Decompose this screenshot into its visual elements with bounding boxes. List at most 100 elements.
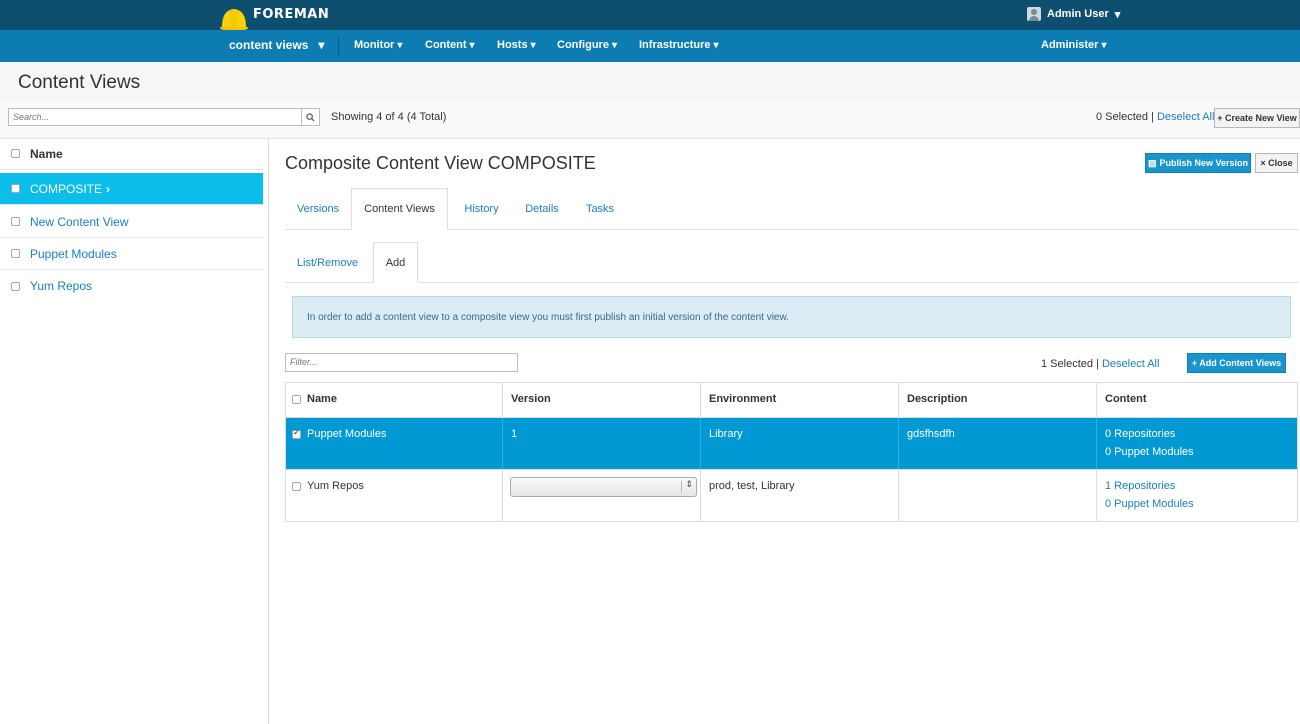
nav-divider bbox=[338, 36, 339, 56]
nav-content[interactable]: Content ▾ bbox=[425, 39, 475, 51]
list-header-label: Name bbox=[30, 146, 63, 161]
chevron-down-icon: ▾ bbox=[397, 40, 403, 51]
tab-history[interactable]: History bbox=[453, 188, 510, 230]
row-checkbox[interactable] bbox=[292, 427, 301, 439]
nav-monitor-label: Monitor bbox=[354, 39, 395, 51]
search-icon bbox=[306, 112, 315, 122]
tab-versions[interactable]: Versions bbox=[285, 188, 351, 230]
page-header: Content Views bbox=[0, 62, 1300, 101]
row-checkbox[interactable] bbox=[292, 481, 301, 491]
chevron-down-icon: ▾ bbox=[469, 40, 475, 51]
nav-infrastructure[interactable]: Infrastructure ▾ bbox=[639, 39, 719, 51]
nav-configure[interactable]: Configure ▾ bbox=[557, 39, 617, 51]
list-item-new-content-view[interactable]: New Content View bbox=[0, 206, 263, 238]
brand-bar: FOREMAN Admin User ▾ bbox=[0, 0, 1300, 32]
nav-configure-label: Configure bbox=[557, 39, 609, 51]
select-all-checkbox[interactable] bbox=[11, 149, 20, 158]
row-content: 0 Repositories 0 Puppet Modules bbox=[1097, 418, 1297, 469]
column-header-version: Version bbox=[503, 383, 701, 417]
tab-tasks[interactable]: Tasks bbox=[574, 188, 626, 230]
list-item-puppet-modules[interactable]: Puppet Modules bbox=[0, 238, 263, 270]
nav-hosts[interactable]: Hosts ▾ bbox=[497, 39, 536, 51]
details-tabs: Versions Content Views History Details T… bbox=[285, 188, 1298, 230]
page-title: Content Views bbox=[18, 72, 141, 93]
tab-content-views[interactable]: Content Views bbox=[351, 188, 448, 230]
column-header-environment: Environment bbox=[701, 383, 899, 417]
row-content: 1 Repositories 0 Puppet Modules bbox=[1097, 470, 1297, 521]
table-row[interactable]: Puppet Modules 1 Library gdsfhsdfh 0 Rep… bbox=[286, 418, 1297, 470]
column-header-name: Name bbox=[286, 383, 503, 417]
showing-count: Showing 4 of 4 (4 Total) bbox=[331, 111, 447, 123]
details-title: Composite Content View COMPOSITE bbox=[285, 153, 596, 173]
list-item-label: COMPOSITE bbox=[30, 181, 103, 196]
publish-icon: ▧ bbox=[1147, 157, 1157, 168]
list-item-checkbox[interactable] bbox=[11, 249, 20, 258]
list-item-yum-repos[interactable]: Yum Repos bbox=[0, 270, 263, 302]
column-header-content: Content bbox=[1105, 393, 1147, 405]
subtab-list-remove[interactable]: List/Remove bbox=[285, 242, 370, 283]
publish-button-label: Publish New Version bbox=[1159, 158, 1249, 168]
column-name-label: Name bbox=[307, 393, 337, 405]
version-select[interactable] bbox=[510, 477, 697, 497]
nav-administer[interactable]: Administer ▾ bbox=[1041, 39, 1107, 51]
list-item-label[interactable]: Yum Repos bbox=[30, 279, 92, 293]
add-content-views-button[interactable]: + Add Content Views bbox=[1187, 353, 1286, 373]
row-description: gdsfhsdfh bbox=[899, 418, 1097, 469]
list-item-label[interactable]: New Content View bbox=[30, 215, 129, 229]
tab-details[interactable]: Details bbox=[515, 188, 569, 230]
table-selection-info: 1 Selected | Deselect All bbox=[1041, 358, 1159, 370]
content-views-subtabs: List/Remove Add bbox=[285, 242, 1298, 283]
puppet-modules-link[interactable]: 0 Puppet Modules bbox=[1105, 498, 1194, 510]
puppet-modules-link[interactable]: 0 Puppet Modules bbox=[1105, 446, 1194, 458]
user-menu[interactable]: Admin User ▾ bbox=[1027, 7, 1120, 21]
deselect-all-link[interactable]: Deselect All bbox=[1102, 358, 1159, 370]
user-name: Admin User bbox=[1047, 8, 1109, 20]
list-item-composite[interactable]: COMPOSITE › bbox=[0, 173, 263, 205]
separator: | bbox=[1096, 358, 1099, 370]
nav-hosts-label: Hosts bbox=[497, 39, 528, 51]
row-name-cell: Yum Repos bbox=[286, 470, 503, 521]
create-new-view-button[interactable]: + Create New View bbox=[1214, 108, 1300, 128]
list-item-label[interactable]: Puppet Modules bbox=[30, 247, 117, 261]
row-version-cell bbox=[503, 470, 701, 521]
column-header-description: Description bbox=[899, 383, 1097, 417]
foreman-helmet-icon[interactable] bbox=[219, 2, 249, 32]
content-views-table: Name Version Environment Description Con… bbox=[285, 382, 1298, 522]
chevron-down-icon: ▾ bbox=[713, 40, 719, 51]
list-item-checkbox[interactable] bbox=[11, 217, 20, 226]
nav-administer-label: Administer bbox=[1041, 39, 1099, 51]
row-name-cell: Puppet Modules bbox=[286, 418, 503, 469]
list-header: Name bbox=[0, 138, 263, 170]
search-button[interactable] bbox=[302, 108, 320, 126]
nav-context-label: content views bbox=[229, 38, 309, 52]
info-alert-text: In order to add a content view to a comp… bbox=[307, 311, 789, 323]
filter-input[interactable] bbox=[285, 353, 518, 372]
info-alert: In order to add a content view to a comp… bbox=[292, 296, 1291, 338]
row-name: Yum Repos bbox=[307, 480, 364, 492]
brand-name[interactable]: FOREMAN bbox=[253, 7, 329, 22]
chevron-down-icon: ▾ bbox=[530, 40, 536, 51]
table-header-row: Name Version Environment Description Con… bbox=[286, 383, 1297, 418]
user-avatar-icon bbox=[1027, 7, 1041, 21]
row-environment: prod, test, Library bbox=[701, 470, 899, 521]
row-version: 1 bbox=[503, 418, 701, 469]
chevron-down-icon: ▾ bbox=[611, 40, 617, 51]
list-item-checkbox[interactable] bbox=[11, 184, 20, 193]
publish-new-version-button[interactable]: ▧ Publish New Version bbox=[1145, 153, 1251, 173]
deselect-all-link[interactable]: Deselect All bbox=[1157, 111, 1214, 123]
nav-monitor[interactable]: Monitor ▾ bbox=[354, 39, 402, 51]
select-all-rows-checkbox[interactable] bbox=[292, 394, 301, 404]
search-input[interactable] bbox=[8, 108, 302, 126]
separator: | bbox=[1151, 111, 1154, 123]
close-button[interactable]: × Close bbox=[1255, 153, 1298, 173]
subtab-add[interactable]: Add bbox=[373, 242, 418, 283]
list-item-checkbox[interactable] bbox=[11, 281, 20, 291]
chevron-right-icon: › bbox=[106, 181, 111, 196]
row-description bbox=[899, 470, 1097, 521]
nav-context-menu[interactable]: content views ▾ bbox=[229, 38, 324, 52]
list-toolbar: Showing 4 of 4 (4 Total) 0 Selected | De… bbox=[0, 100, 1300, 139]
repositories-link[interactable]: 1 Repositories bbox=[1105, 480, 1175, 492]
repositories-link[interactable]: 0 Repositories bbox=[1105, 428, 1175, 440]
table-row[interactable]: Yum Repos prod, test, Library 1 Reposito… bbox=[286, 470, 1297, 521]
nav-infrastructure-label: Infrastructure bbox=[639, 39, 711, 51]
